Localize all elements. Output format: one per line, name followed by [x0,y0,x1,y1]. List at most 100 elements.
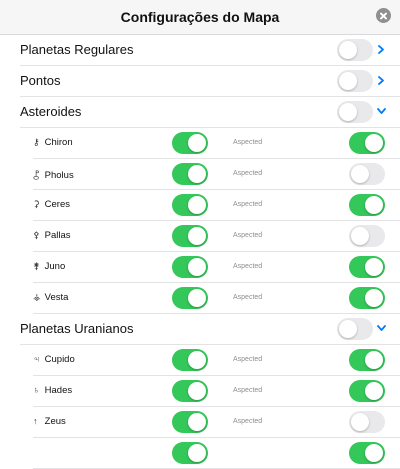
aspected-toggle[interactable] [349,349,385,371]
section-toggle[interactable] [337,318,373,340]
uranian-list: ♃ Cupido Aspected ♄ Hades Aspected ↑ Zeu… [0,345,400,469]
toggle-knob [351,413,369,431]
section-label: Planetas Regulares [20,42,134,57]
item-name: Chiron [44,137,73,148]
toggle-knob [188,413,206,431]
toggle-knob [339,41,357,59]
section-toggle[interactable] [337,70,373,92]
toggle-knob [365,289,383,307]
list-item-pallas: ⚴ Pallas Aspected [0,221,400,252]
juno-icon: ⚵ [33,261,40,271]
list-item-hades: ♄ Hades Aspected [0,376,400,407]
list-item-partial [0,438,400,469]
toggle-knob [365,382,383,400]
list-item-zeus: ↑ Zeus Aspected [0,407,400,438]
close-icon[interactable] [376,8,391,23]
toggle-knob [365,258,383,276]
toggle-knob [188,289,206,307]
toggle-knob [188,258,206,276]
toggle-knob [188,196,206,214]
section-toggle[interactable] [337,101,373,123]
page-title: Configurações do Mapa [120,9,280,25]
settings-list: Planetas Regulares Pontos Asteroides ⚷ C… [0,35,400,469]
item-name: Juno [44,261,66,272]
section-row-planetas-uranianos[interactable]: Planetas Uranianos [0,314,400,345]
toggle-knob [365,134,383,152]
toggle-knob [188,382,206,400]
section-label: Planetas Uranianos [20,321,134,336]
section-toggle[interactable] [337,39,373,61]
list-item-cupido: ♃ Cupido Aspected [0,345,400,376]
aspected-label: Aspected [233,387,263,394]
asteroid-list: ⚷ Chiron Aspected ⯛ Pholus Aspected ⚳ Ce… [0,128,400,314]
toggle-knob [188,165,206,183]
item-name: Cupido [44,354,75,365]
show-toggle[interactable] [172,411,208,433]
aspected-toggle[interactable] [349,225,385,247]
section-label: Pontos [20,73,61,88]
aspected-label: Aspected [233,418,263,425]
modal-header: Configurações do Mapa [0,0,400,35]
pallas-icon: ⚴ [33,230,40,240]
aspected-label: Aspected [233,170,263,177]
show-toggle[interactable] [172,287,208,309]
cupido-icon: ♃ [33,354,40,364]
ceres-icon: ⚳ [33,199,40,209]
aspected-toggle[interactable] [349,287,385,309]
aspected-toggle[interactable] [349,256,385,278]
section-row-asteroides[interactable]: Asteroides [0,97,400,128]
toggle-knob [351,165,369,183]
show-toggle[interactable] [172,132,208,154]
aspected-toggle[interactable] [349,411,385,433]
toggle-knob [365,196,383,214]
aspected-toggle[interactable] [349,132,385,154]
chevron-right-icon[interactable] [377,45,385,54]
section-row-pontos[interactable]: Pontos [0,66,400,97]
chiron-icon: ⚷ [33,137,40,147]
show-toggle[interactable] [172,256,208,278]
aspected-label: Aspected [233,263,263,270]
show-toggle[interactable] [172,225,208,247]
toggle-knob [188,227,206,245]
chevron-down-icon[interactable] [377,324,386,332]
show-toggle[interactable] [172,163,208,185]
aspected-label: Aspected [233,201,263,208]
item-name: Vesta [44,292,69,303]
item-name: Hades [44,385,73,396]
list-item-pholus: ⯛ Pholus Aspected [0,159,400,190]
section-row-planetas-regulares[interactable]: Planetas Regulares [0,35,400,66]
list-item-vesta: ⚶ Vesta Aspected [0,283,400,314]
aspected-toggle[interactable] [349,194,385,216]
aspected-label: Aspected [233,139,263,146]
aspected-label: Aspected [233,294,263,301]
toggle-knob [339,103,357,121]
show-toggle[interactable] [172,380,208,402]
aspected-toggle[interactable] [349,163,385,185]
show-toggle[interactable] [172,194,208,216]
show-toggle[interactable] [172,349,208,371]
toggle-knob [188,351,206,369]
aspected-label: Aspected [233,232,263,239]
zeus-icon: ↑ [33,416,38,426]
toggle-knob [351,227,369,245]
toggle-knob [339,72,357,90]
aspected-label: Aspected [233,356,263,363]
pholus-icon: ⯛ [33,170,40,180]
list-item-ceres: ⚳ Ceres Aspected [0,190,400,221]
list-item-juno: ⚵ Juno Aspected [0,252,400,283]
hades-icon: ♄ [33,385,40,395]
chevron-right-icon[interactable] [377,76,385,85]
item-name: Zeus [44,416,66,427]
item-name: Ceres [44,199,70,210]
toggle-knob [339,320,357,338]
vesta-icon: ⚶ [33,292,41,302]
show-toggle[interactable] [172,442,208,464]
item-name: Pallas [44,230,71,241]
toggle-knob [365,351,383,369]
toggle-knob [188,134,206,152]
section-label: Asteroides [20,104,82,119]
list-item-chiron: ⚷ Chiron Aspected [0,128,400,159]
aspected-toggle[interactable] [349,380,385,402]
aspected-toggle[interactable] [349,442,385,464]
chevron-down-icon[interactable] [377,107,386,115]
